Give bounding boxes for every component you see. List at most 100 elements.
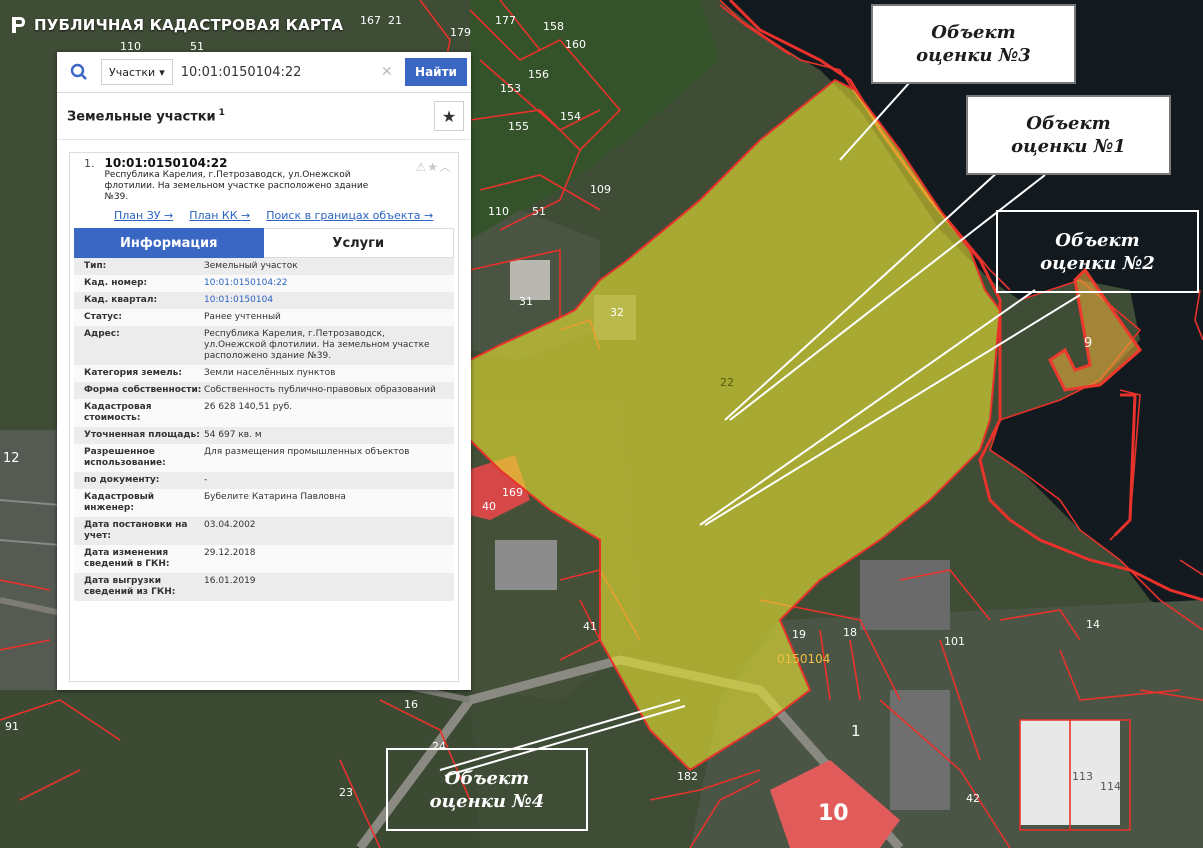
- map-label: 113: [1072, 770, 1093, 783]
- star-icon[interactable]: ★: [427, 160, 439, 174]
- info-label: Кад. номер:: [84, 278, 148, 288]
- map-label: 91: [5, 720, 19, 733]
- callout-object-3: Объект оценки №3: [871, 4, 1076, 84]
- app-header: ПУБЛИЧНАЯ КАДАСТРОВАЯ КАРТА: [10, 14, 343, 36]
- map-label: 16: [404, 698, 418, 711]
- search-icon[interactable]: [57, 52, 101, 92]
- callout-line: оценки №3: [916, 45, 1031, 66]
- search-type-dropdown[interactable]: Участки ▾: [101, 59, 173, 85]
- tab-information[interactable]: Информация: [74, 228, 264, 258]
- map-label: 12: [3, 451, 20, 466]
- building: [890, 690, 950, 810]
- info-row: Форма собственности: Собственность публи…: [74, 382, 454, 399]
- find-button[interactable]: Найти: [405, 58, 467, 86]
- callout-object-4: Объект оценки №4: [386, 748, 588, 831]
- chevron-down-icon: ▾: [159, 65, 165, 79]
- info-row: Кад. квартал: 10:01:0150104: [74, 292, 454, 309]
- callout-line: оценки №1: [1011, 136, 1126, 157]
- cad-number-link[interactable]: 10:01:0150104:22: [204, 278, 444, 289]
- search-in-bounds-link[interactable]: Поиск в границах объекта →: [266, 209, 433, 222]
- map-label: 10: [818, 801, 849, 826]
- info-value: Земельный участок: [204, 261, 298, 271]
- info-panel: Участки ▾ ✕ Найти Земельные участки1 ★ 1…: [57, 52, 471, 690]
- tab-services[interactable]: Услуги: [263, 228, 454, 258]
- result-actions: ⚠★︿: [415, 158, 452, 175]
- callout-line: Объект: [444, 767, 530, 789]
- map-label: 41: [583, 620, 597, 633]
- info-row: Разрешенное использование: Для размещени…: [74, 444, 454, 472]
- search-bar: Участки ▾ ✕ Найти: [57, 52, 471, 93]
- info-value: Бубелите Катарина Павловна: [204, 492, 346, 502]
- info-row: Категория земель: Земли населённых пункт…: [74, 365, 454, 382]
- info-row: Адрес: Республика Карелия, г.Петрозаводс…: [74, 326, 454, 365]
- map-label: 14: [1086, 618, 1100, 631]
- info-label: Форма собственности:: [84, 385, 202, 395]
- callout-object-2: Объект оценки №2: [996, 210, 1199, 293]
- logo-icon: [12, 17, 25, 33]
- search-input[interactable]: [178, 58, 405, 86]
- info-label: Статус:: [84, 312, 122, 322]
- info-tabs: Информация Услуги: [74, 228, 454, 258]
- info-row: Кадастровый инженер: Бубелите Катарина П…: [74, 489, 454, 517]
- map-label: 154: [560, 110, 581, 123]
- building: [860, 560, 950, 630]
- callout-line: Объект: [931, 22, 1016, 43]
- callout-line: оценки №2: [1040, 252, 1155, 274]
- info-row: Дата постановки на учет: 03.04.2002: [74, 517, 454, 545]
- info-row: Дата изменения сведений в ГКН: 29.12.201…: [74, 545, 454, 573]
- info-label: Адрес:: [84, 329, 120, 339]
- info-label: Категория земель:: [84, 368, 182, 378]
- map-label: 179: [450, 26, 471, 39]
- result-address: Республика Карелия, г.Петрозаводск, ул.О…: [104, 170, 369, 202]
- cad-quarter-link[interactable]: 10:01:0150104: [204, 295, 444, 306]
- map-label: 21: [388, 14, 402, 27]
- info-label: по документу:: [84, 475, 160, 485]
- map-label: 169: [502, 486, 523, 499]
- map-label: 156: [528, 68, 549, 81]
- result-number: 1.: [84, 157, 95, 170]
- map-label: 110: [488, 205, 509, 218]
- plan-zu-link[interactable]: План ЗУ →: [114, 209, 173, 222]
- info-label: Кадастровая стоимость:: [84, 402, 152, 423]
- map-label: 167: [360, 14, 381, 27]
- info-row: по документу: -: [74, 472, 454, 489]
- app-title: ПУБЛИЧНАЯ КАДАСТРОВАЯ КАРТА: [34, 16, 344, 34]
- section-title-text: Земельные участки: [67, 109, 216, 125]
- info-label: Уточненная площадь:: [84, 430, 200, 440]
- info-value: Республика Карелия, г.Петрозаводск, ул.О…: [204, 329, 430, 361]
- map-label: 155: [508, 120, 529, 133]
- info-label: Дата изменения сведений в ГКН:: [84, 548, 170, 569]
- map-label: 109: [590, 183, 611, 196]
- info-value: -: [204, 475, 208, 485]
- building: [495, 540, 557, 590]
- map-label: 182: [677, 770, 698, 783]
- favorite-button[interactable]: ★: [434, 101, 464, 131]
- chevron-up-icon[interactable]: ︿: [439, 160, 452, 174]
- map-label: 101: [944, 635, 965, 648]
- rail-yard: [0, 430, 60, 690]
- map-label: 42: [966, 792, 980, 805]
- callout-line: Объект: [1055, 229, 1140, 251]
- info-value: Земли населённых пунктов: [204, 368, 336, 378]
- info-value: 16.01.2019: [204, 576, 256, 586]
- map-label: 158: [543, 20, 564, 33]
- close-icon[interactable]: ✕: [381, 64, 393, 80]
- result-card: 1. 10:01:0150104:22 Республика Карелия, …: [69, 152, 459, 682]
- plan-kk-link[interactable]: План КК →: [189, 209, 250, 222]
- map-label: 40: [482, 500, 496, 513]
- info-label: Тип:: [84, 261, 107, 271]
- info-value: 03.04.2002: [204, 520, 256, 530]
- map-label: 9: [1084, 336, 1092, 351]
- info-value: 26 628 140,51 руб.: [204, 402, 293, 412]
- map-label: 153: [500, 82, 521, 95]
- info-label: Разрешенное использование:: [84, 447, 166, 468]
- info-value: Для размещения промышленных объектов: [204, 447, 410, 457]
- info-value: 54 697 кв. м: [204, 430, 262, 440]
- result-header: 1. 10:01:0150104:22 Республика Карелия, …: [70, 153, 458, 203]
- map-label: 18: [843, 626, 857, 639]
- warning-icon[interactable]: ⚠: [415, 160, 427, 174]
- result-cad-number[interactable]: 10:01:0150104:22: [105, 157, 375, 169]
- result-summary: 10:01:0150104:22 Республика Карелия, г.П…: [104, 157, 375, 203]
- info-row: Тип: Земельный участок: [74, 258, 454, 275]
- callout-object-1: Объект оценки №1: [966, 95, 1171, 175]
